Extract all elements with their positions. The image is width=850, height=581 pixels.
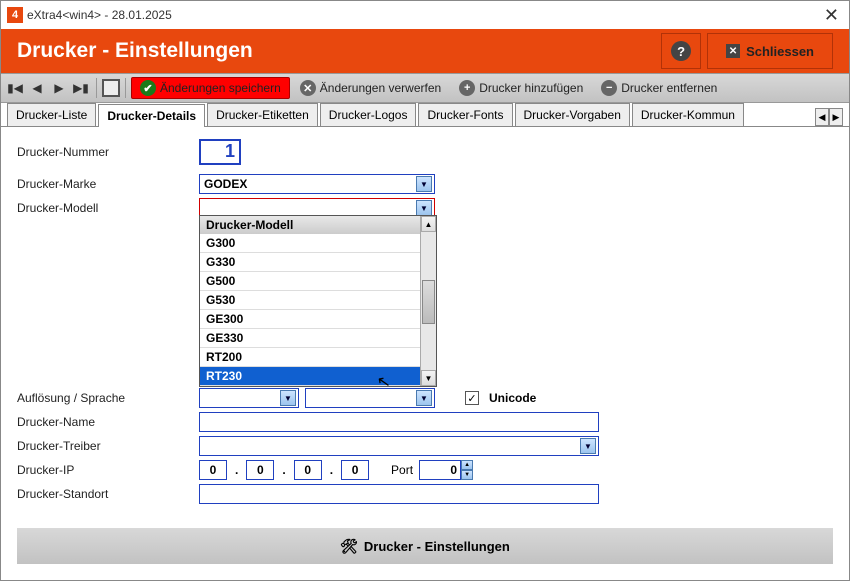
chevron-down-icon[interactable]: ▼ (416, 176, 432, 192)
add-printer-button[interactable]: + Drucker hinzufügen (451, 77, 591, 99)
page-title: Drucker - Einstellungen (17, 39, 661, 63)
dropdown-header: Drucker-Modell (200, 216, 436, 234)
scroll-up-icon[interactable]: ▲ (421, 216, 436, 232)
scroll-thumb[interactable] (422, 280, 435, 324)
ip-c-input[interactable] (294, 460, 322, 480)
dropdown-scrollbar[interactable]: ▲ ▼ (420, 216, 436, 386)
chevron-down-icon[interactable]: ▼ (280, 390, 296, 406)
label-model: Drucker-Modell (17, 201, 199, 215)
tab-printer-list[interactable]: Drucker-Liste (7, 103, 96, 126)
settings-bar-button[interactable]: 🛠 Drucker - Einstellungen (17, 528, 833, 564)
nav-next-button[interactable]: ▶ (49, 77, 69, 99)
cancel-icon: ✕ (300, 80, 316, 96)
form-view-icon[interactable] (102, 79, 120, 97)
dropdown-item[interactable]: G330 (200, 253, 436, 272)
tab-strip: Drucker-Liste Drucker-Details Drucker-Et… (1, 103, 849, 127)
label-ip: Drucker-IP (17, 463, 199, 477)
app-logo-icon: 4 (7, 7, 23, 23)
tab-printer-labels[interactable]: Drucker-Etiketten (207, 103, 318, 126)
minus-icon: − (601, 80, 617, 96)
toolbar-separator (125, 78, 126, 98)
label-brand: Drucker-Marke (17, 177, 199, 191)
close-icon: ✕ (726, 44, 740, 58)
remove-printer-button[interactable]: − Drucker entfernen (593, 77, 725, 99)
nav-first-button[interactable]: ▮◀ (5, 77, 25, 99)
remove-label: Drucker entfernen (621, 81, 717, 95)
add-label: Drucker hinzufügen (479, 81, 583, 95)
ip-a-input[interactable] (199, 460, 227, 480)
unicode-checkbox[interactable]: ✓ (465, 391, 479, 405)
wrench-icon: 🛠 (340, 538, 358, 555)
tab-scroll-left[interactable]: ◀ (815, 108, 829, 126)
label-driver: Drucker-Treiber (17, 439, 199, 453)
close-button-label: Schliessen (746, 44, 814, 59)
settings-bar-label: Drucker - Einstellungen (364, 539, 510, 554)
tab-printer-defaults[interactable]: Drucker-Vorgaben (515, 103, 630, 126)
nav-last-button[interactable]: ▶▮ (71, 77, 91, 99)
save-changes-button[interactable]: ✔ Änderungen speichern (131, 77, 290, 99)
tab-scroll-right[interactable]: ▶ (829, 108, 843, 126)
ip-d-input[interactable] (341, 460, 369, 480)
save-label: Änderungen speichern (160, 81, 281, 95)
dropdown-item-selected[interactable]: RT230 (200, 367, 436, 386)
tab-printer-logos[interactable]: Drucker-Logos (320, 103, 417, 126)
tab-printer-fonts[interactable]: Drucker-Fonts (418, 103, 512, 126)
label-name: Drucker-Name (17, 415, 199, 429)
brand-combo[interactable]: GODEX ▼ (199, 174, 435, 194)
language-combo[interactable]: ▼ (305, 388, 435, 408)
discard-changes-button[interactable]: ✕ Änderungen verwerfen (292, 77, 449, 99)
window-close-icon[interactable]: ✕ (820, 5, 843, 26)
page-header: Drucker - Einstellungen ? ✕ Schliessen (1, 29, 849, 73)
help-button[interactable]: ? (661, 33, 701, 69)
printer-number-field: 1 (199, 139, 241, 165)
tab-printer-comm[interactable]: Drucker-Kommun (632, 103, 744, 126)
label-resolution: Auflösung / Sprache (17, 391, 199, 405)
help-icon: ? (671, 41, 691, 61)
scroll-down-icon[interactable]: ▼ (421, 370, 436, 386)
dropdown-item[interactable]: RT200 (200, 348, 436, 367)
ip-b-input[interactable] (246, 460, 274, 480)
nav-prev-button[interactable]: ◀ (27, 77, 47, 99)
label-number: Drucker-Nummer (17, 145, 199, 159)
driver-combo[interactable]: ▼ (199, 436, 599, 456)
label-unicode: Unicode (489, 391, 536, 405)
label-port: Port (391, 463, 413, 477)
dropdown-item[interactable]: GE330 (200, 329, 436, 348)
dropdown-item[interactable]: G300 (200, 234, 436, 253)
model-dropdown: Drucker-Modell G300 G330 G500 G530 GE300… (199, 215, 437, 387)
chevron-down-icon[interactable]: ▼ (416, 200, 432, 216)
port-spin-up[interactable]: ▲ (461, 460, 473, 470)
port-input[interactable] (419, 460, 461, 480)
toolbar: ▮◀ ◀ ▶ ▶▮ ✔ Änderungen speichern ✕ Änder… (1, 73, 849, 103)
dropdown-item[interactable]: G500 (200, 272, 436, 291)
location-input[interactable] (199, 484, 599, 504)
close-button[interactable]: ✕ Schliessen (707, 33, 833, 69)
window-title: eXtra4<win4> - 28.01.2025 (27, 8, 172, 22)
chevron-down-icon[interactable]: ▼ (580, 438, 596, 454)
tab-scroll: ◀ ▶ (815, 108, 843, 126)
printer-name-input[interactable] (199, 412, 599, 432)
dropdown-item[interactable]: GE300 (200, 310, 436, 329)
tab-printer-details[interactable]: Drucker-Details (98, 104, 205, 127)
titlebar: 4 eXtra4<win4> - 28.01.2025 ✕ (1, 1, 849, 29)
discard-label: Änderungen verwerfen (320, 81, 441, 95)
plus-icon: + (459, 80, 475, 96)
check-icon: ✔ (140, 80, 156, 96)
dropdown-item[interactable]: G530 (200, 291, 436, 310)
chevron-down-icon[interactable]: ▼ (416, 390, 432, 406)
brand-value: GODEX (202, 177, 416, 191)
port-spin-down[interactable]: ▼ (461, 470, 473, 480)
label-location: Drucker-Standort (17, 487, 199, 501)
toolbar-separator (96, 78, 97, 98)
resolution-combo[interactable]: ▼ (199, 388, 299, 408)
